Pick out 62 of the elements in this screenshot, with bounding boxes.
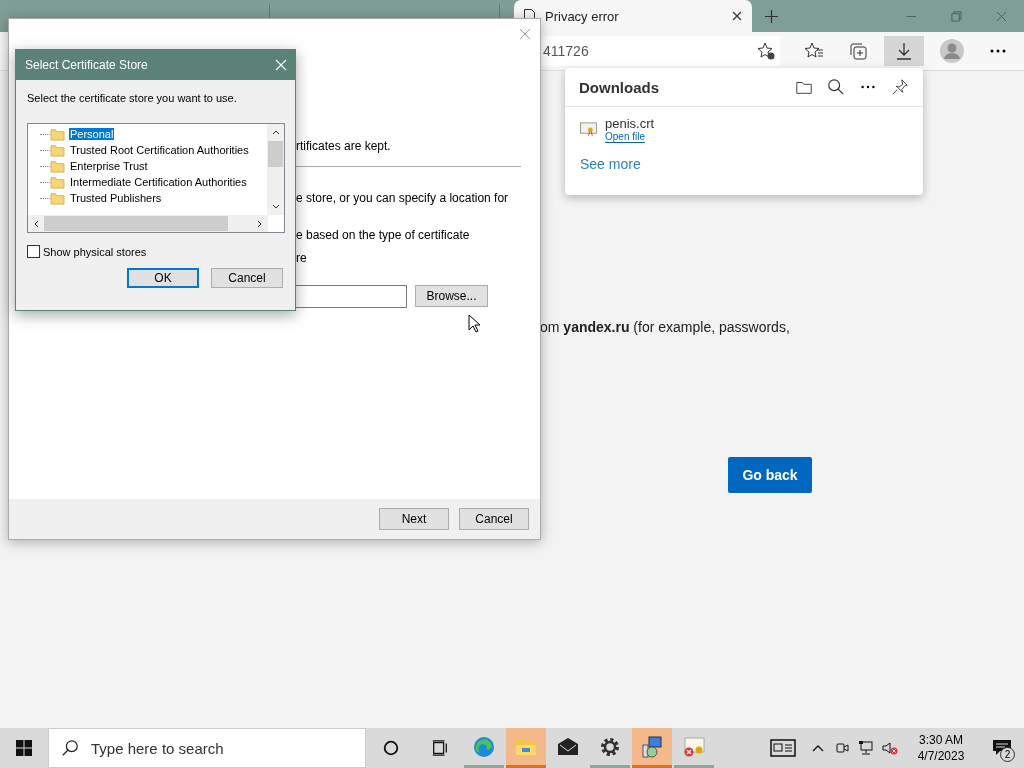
search-placeholder: Type here to search — [91, 739, 224, 757]
download-icon — [894, 41, 914, 61]
folder-icon — [50, 127, 65, 141]
dialog-button[interactable]: OK — [127, 268, 199, 288]
search-icon[interactable] — [827, 78, 845, 96]
clock-date[interactable]: 4/7/2023 — [917, 748, 965, 764]
pin-icon[interactable] — [891, 78, 909, 96]
tree-item[interactable]: Trusted Publishers — [69, 192, 163, 204]
horizontal-scrollbar[interactable] — [28, 215, 268, 232]
close-icon[interactable] — [732, 11, 742, 21]
clock-time[interactable]: 3:30 AM — [919, 732, 963, 748]
dialog-prompt: Select the certificate store you want to use. — [27, 92, 237, 104]
folder-icon — [50, 159, 65, 173]
muted-speaker-icon[interactable] — [882, 740, 898, 756]
network-icon[interactable] — [858, 740, 874, 756]
camera-icon[interactable] — [834, 740, 850, 756]
go-back-button[interactable]: Go back — [728, 457, 812, 493]
downloads-button[interactable] — [884, 36, 924, 66]
browser-swirl-icon — [472, 734, 496, 759]
windows-start-icon[interactable] — [16, 740, 32, 756]
search-icon — [61, 739, 79, 757]
folder-icon — [50, 175, 65, 189]
notification-count: 2 — [1000, 747, 1015, 762]
wizard-text: rtificates are kept. — [296, 139, 391, 153]
wizard-text: re — [296, 251, 307, 265]
mouse-cursor-icon — [468, 314, 480, 334]
cortana-circle-icon[interactable] — [382, 739, 400, 757]
star-plus-icon[interactable] — [756, 41, 776, 61]
warning-text: om yandex.ru (for example, passwords, — [540, 319, 790, 335]
wizard-text: e based on the type of certificate — [296, 228, 470, 242]
profile-avatar-icon[interactable] — [940, 39, 964, 63]
taskbar-search-field[interactable]: Type here to search — [48, 728, 366, 768]
checkbox[interactable] — [27, 245, 40, 258]
tree-item[interactable]: Intermediate Certification Authorities — [69, 176, 248, 188]
collections-icon[interactable] — [848, 41, 868, 61]
task-view-icon[interactable] — [431, 739, 449, 757]
url-text: 411726 — [542, 43, 589, 59]
computer-disc-icon — [640, 734, 664, 759]
open-file-link[interactable]: Open file — [605, 131, 646, 143]
certificate-error-icon — [682, 734, 706, 759]
new-tab-icon[interactable] — [764, 9, 779, 24]
wizard-button[interactable]: Next — [379, 508, 449, 530]
address-bar[interactable]: 411726 — [540, 36, 780, 66]
tree-item[interactable]: Enterprise Trust — [69, 160, 149, 172]
browser-tab[interactable]: Privacy error — [514, 0, 752, 32]
favorites-icon[interactable] — [804, 41, 824, 61]
vertical-scrollbar[interactable] — [267, 124, 284, 215]
tree-item[interactable]: Trusted Root Certification Authorities — [69, 144, 250, 156]
browse-button[interactable]: Browse... — [415, 285, 488, 307]
certificate-icon — [580, 122, 597, 136]
wizard-button[interactable]: Cancel — [459, 508, 529, 530]
news-icon[interactable] — [770, 739, 796, 757]
dialog-button[interactable]: Cancel — [211, 268, 283, 288]
file-name: penis.crt — [605, 116, 655, 131]
see-more-link[interactable]: See more — [580, 156, 641, 172]
panel-title: Downloads — [579, 78, 660, 96]
dialog-title: Select Certificate Store — [25, 58, 149, 72]
folder-icon — [50, 191, 65, 205]
tree-item[interactable]: Personal — [69, 128, 115, 140]
wizard-text: e store, or you can specify a location for — [296, 191, 509, 205]
folder-icon — [50, 143, 65, 157]
checkbox-label[interactable]: Show physical stores — [43, 245, 147, 258]
